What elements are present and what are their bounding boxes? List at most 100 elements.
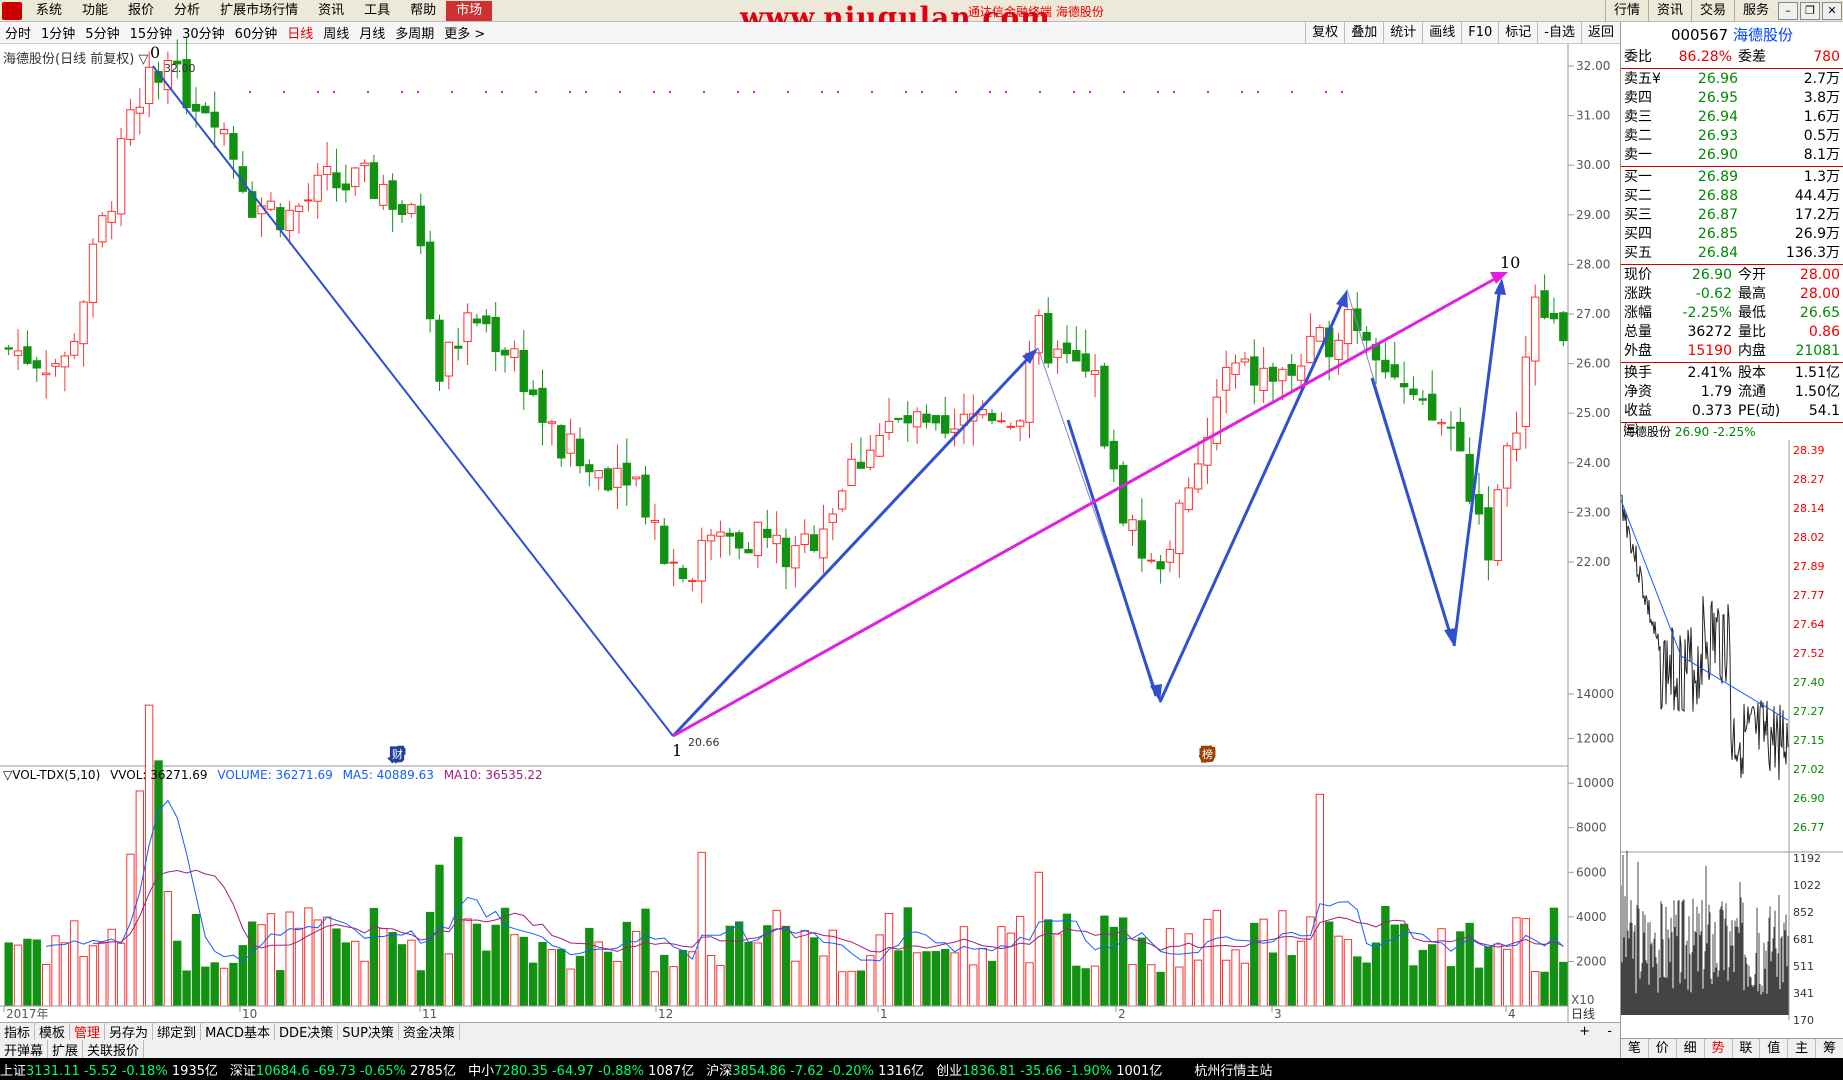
order-book-row[interactable]: 买二 26.88 44.4万 <box>1621 187 1843 206</box>
signal-dot <box>400 90 404 94</box>
tab-macd[interactable]: MACD基本 <box>201 1022 276 1041</box>
server-name[interactable]: 杭州行情主站 <box>1194 1060 1272 1079</box>
index-field: 7280.35 <box>494 1063 548 1079</box>
menu-help[interactable]: 帮助 <box>400 1 446 21</box>
order-book-row[interactable]: 卖四 26.95 3.8万 <box>1621 89 1843 108</box>
candle-body <box>1315 327 1325 342</box>
index-quote[interactable]: 创业1836.81 -35.66 -1.90% 1001亿 <box>936 1060 1162 1079</box>
menu-analysis[interactable]: 分析 <box>164 1 210 21</box>
quote-label: 最高 <box>1738 286 1766 302</box>
ma10-value: MA10: 36535.22 <box>443 768 543 782</box>
volume-bar <box>950 952 959 1007</box>
tab-manage[interactable]: 管理 <box>70 1022 106 1041</box>
signal-dot <box>1072 90 1076 94</box>
order-book-row[interactable]: 买一 26.89 1.3万 <box>1621 168 1843 187</box>
volume-legend: ▽VOL-TDX(5,10) VVOL: 36271.69 VOLUME: 36… <box>3 768 549 782</box>
side-tab[interactable]: 势 <box>1705 1039 1733 1058</box>
close-icon[interactable]: ✕ <box>1822 2 1842 20</box>
tab-extend[interactable]: 扩展 <box>48 1039 84 1059</box>
order-book-row[interactable]: 卖五¥ 26.96 2.7万 <box>1621 70 1843 89</box>
order-book-row[interactable]: 买五 26.84 136.3万 <box>1621 244 1843 263</box>
menu-ext-market[interactable]: 扩展市场行情 <box>210 1 308 21</box>
menu-quote[interactable]: 报价 <box>118 1 164 21</box>
menu-fuwu[interactable]: 服务 <box>1733 0 1777 22</box>
kline-chart[interactable]: 32.00 31.00 30.00 29.00 28.00 27.00 26.00 25.00… <box>0 22 1620 1022</box>
tag-cai[interactable]: 财 <box>389 744 406 764</box>
side-tab[interactable]: 细 <box>1677 1039 1705 1058</box>
mini-price: 26.90 <box>1674 425 1710 439</box>
volume-bar <box>800 929 809 1007</box>
quote-label: 总量 <box>1624 324 1652 340</box>
volume-bar <box>1090 965 1100 1007</box>
menu-zixun[interactable]: 资讯 <box>1647 0 1691 22</box>
order-book-row[interactable]: 买三 26.87 17.2万 <box>1621 206 1843 225</box>
order-price: 26.88 <box>1697 188 1738 204</box>
zoom-out-button[interactable]: - <box>1607 1024 1612 1039</box>
restore-icon[interactable]: ❐ <box>1800 2 1820 20</box>
candle-body <box>60 355 70 368</box>
zoom-in-button[interactable]: + <box>1579 1024 1590 1039</box>
intraday-mini-chart[interactable]: 28.39 28.27 28.14 28.02 27.89 27.77 27.64 27.52… <box>1620 440 1843 1028</box>
volume-bar <box>781 925 791 1007</box>
candle-body <box>1540 290 1549 318</box>
order-price: 26.84 <box>1697 245 1738 261</box>
candle-body <box>1259 367 1268 392</box>
side-tab[interactable]: 主 <box>1788 1039 1817 1058</box>
tab-dde[interactable]: DDE决策 <box>275 1022 339 1041</box>
quote-row: 涨幅 -2.25% 最低 26.65 <box>1621 304 1843 323</box>
menu-hangqing[interactable]: 行情 <box>1604 0 1648 22</box>
wave-0-1 <box>152 65 674 737</box>
signal-dot <box>484 90 488 94</box>
tab-fund[interactable]: 资金决策 <box>399 1022 460 1041</box>
low-price-label: 20.66 <box>688 736 720 749</box>
tab-bind[interactable]: 绑定到 <box>153 1022 202 1041</box>
candle-body <box>210 111 219 128</box>
order-book-row[interactable]: 卖二 26.93 0.5万 <box>1621 127 1843 146</box>
tab-saveas[interactable]: 另存为 <box>105 1022 154 1041</box>
menu-jiaoyi[interactable]: 交易 <box>1690 0 1734 22</box>
tab-sup[interactable]: SUP决策 <box>338 1022 399 1041</box>
tab-danmu[interactable]: 开弹幕 <box>0 1039 49 1059</box>
mini-price-tick: 26.90 <box>1793 792 1825 805</box>
tag-bang[interactable]: 榜 <box>1199 744 1216 764</box>
volume-bar <box>219 967 229 1007</box>
vol-indicator-name[interactable]: ▽VOL-TDX(5,10) <box>3 768 100 782</box>
candle-body <box>744 549 753 554</box>
candle-body <box>875 434 884 457</box>
volume-bar <box>1484 946 1493 1007</box>
order-book-row[interactable]: 买四 26.85 26.9万 <box>1621 225 1843 244</box>
index-quote[interactable]: 深证10684.6 -69.73 -0.65% 2785亿 <box>230 1060 456 1079</box>
volume-bar <box>1418 949 1428 1007</box>
menu-function[interactable]: 功能 <box>72 1 118 21</box>
menu-news[interactable]: 资讯 <box>308 1 354 21</box>
side-tab[interactable]: 价 <box>1649 1039 1677 1058</box>
index-field: -5.52 <box>79 1063 118 1079</box>
index-quote[interactable]: 中小7280.35 -64.97 -0.88% 1087亿 <box>468 1060 694 1079</box>
candle-body <box>866 449 875 468</box>
tab-related-quote[interactable]: 关联报价 <box>83 1039 145 1059</box>
side-tab[interactable]: 筹 <box>1816 1039 1843 1058</box>
signal-dot <box>618 90 622 94</box>
quote-label: 流通 <box>1738 384 1766 400</box>
menu-tools[interactable]: 工具 <box>354 1 400 21</box>
menu-system[interactable]: 系统 <box>26 1 72 21</box>
quote-value: 15190 <box>1687 343 1732 359</box>
candle-body <box>351 167 360 188</box>
order-book-row[interactable]: 卖一 26.90 8.1万 <box>1621 146 1843 165</box>
order-book-row[interactable]: 卖三 26.94 1.6万 <box>1621 108 1843 127</box>
minimize-icon[interactable]: – <box>1778 2 1798 20</box>
side-tab[interactable]: 笔 <box>1621 1039 1649 1058</box>
candle-body <box>678 567 688 579</box>
tab-indicator[interactable]: 指标 <box>0 1022 36 1041</box>
month-label: 11 <box>422 1007 437 1021</box>
candle-body <box>454 345 463 349</box>
volume-bar <box>332 928 341 1007</box>
index-quote[interactable]: 沪深3854.86 -7.62 -0.20% 1316亿 <box>706 1060 924 1079</box>
side-tab[interactable]: 值 <box>1760 1039 1789 1058</box>
menu-market[interactable]: 市场 <box>446 0 493 21</box>
candle-body <box>397 203 407 216</box>
index-quote[interactable]: 上证3131.11 -5.52 -0.18% 1935亿 <box>0 1060 218 1079</box>
tab-template[interactable]: 模板 <box>35 1022 71 1041</box>
top-right-menu: 行情 资讯 交易 服务 – ❐ ✕ <box>1604 0 1843 22</box>
side-tab[interactable]: 联 <box>1733 1039 1761 1058</box>
